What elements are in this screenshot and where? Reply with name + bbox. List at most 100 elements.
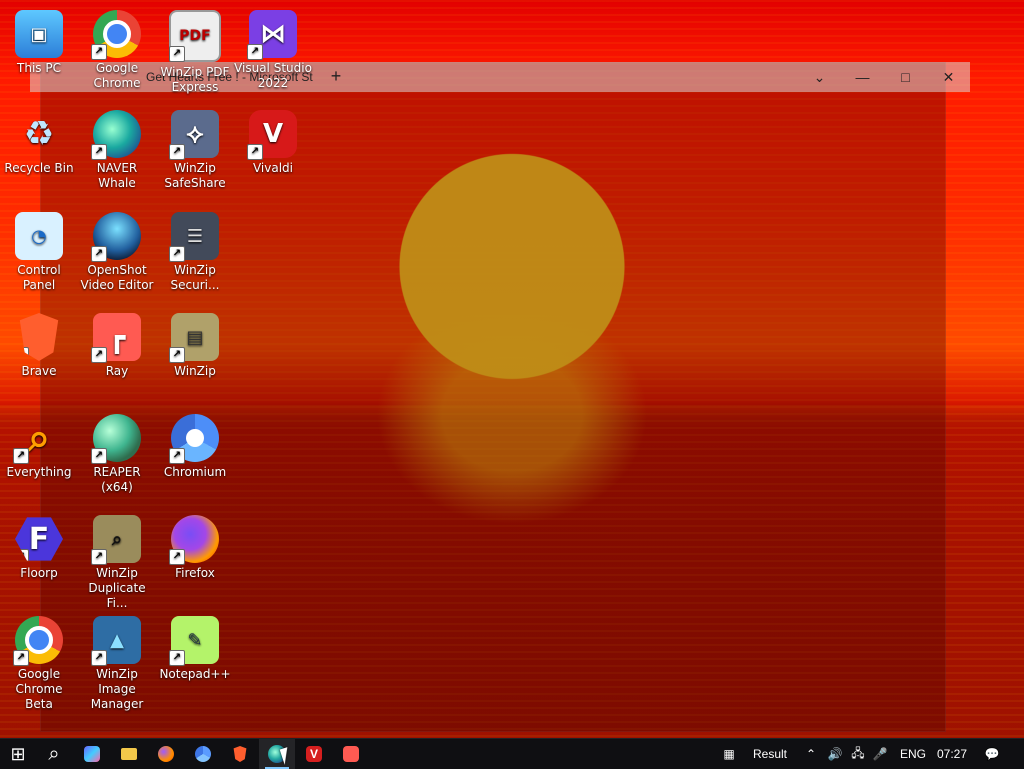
floorp-icon: F ↗ xyxy=(15,517,63,561)
microphone-button[interactable]: 🎤 xyxy=(872,739,888,769)
network-button[interactable]: 🖧 xyxy=(849,739,867,769)
taskbar-brave[interactable] xyxy=(222,739,258,769)
desktop-icon-label: Everything xyxy=(6,465,72,479)
desktop-icon-label: Brave xyxy=(21,364,57,378)
microphone-icon: 🎤 xyxy=(872,747,888,761)
folder-icon xyxy=(121,748,137,760)
maximize-button[interactable]: □ xyxy=(884,62,927,92)
taskbar: ⊞ ⌕ V ▦ Result ⌃ 🔊 🖧 🎤 ENG 07:27 💬 xyxy=(0,738,1024,769)
firefox-icon xyxy=(158,746,174,762)
taskbar-file-explorer[interactable] xyxy=(111,739,147,769)
desktop-icon-recycle-bin[interactable]: ♻ Recycle Bin xyxy=(0,110,78,176)
taskbar-ray[interactable] xyxy=(333,739,369,769)
taskbar-vivaldi[interactable]: V xyxy=(296,739,332,769)
desktop-icon-visual-studio[interactable]: ⋈ ↗ Visual Studio 2022 xyxy=(234,10,312,91)
clock-label: 07:27 xyxy=(936,747,968,761)
tray-news-icon[interactable]: ▦ xyxy=(718,739,740,769)
winzip-icon: ▤ ↗ xyxy=(169,313,219,363)
ray-icon: ┏ ↗ xyxy=(91,313,141,363)
share-icon: ⟡ ↗ xyxy=(169,110,219,160)
control-panel-icon: ◔ xyxy=(15,212,63,260)
desktop-icon-reaper[interactable]: ↗ REAPER (x64) xyxy=(78,414,156,495)
desktop-icon-label: Google Chrome Beta xyxy=(15,667,63,711)
desktop-icon-winzip-security[interactable]: ☰ ↗ WinZip Securi... xyxy=(156,212,234,293)
desktop-icon-winzip-pdf-express[interactable]: PDF ↗ WinZip PDF Express xyxy=(156,10,234,95)
chromium-icon xyxy=(195,746,211,762)
brave-icon xyxy=(233,746,247,762)
desktop-icon-label: Firefox xyxy=(175,566,215,580)
desktop-icon-chromium[interactable]: ↗ Chromium xyxy=(156,414,234,480)
notepad-plus-plus-icon: ✎ ↗ xyxy=(169,616,219,666)
notifications-button[interactable]: 💬 xyxy=(980,739,1004,769)
search-button[interactable]: ⌕ xyxy=(36,739,72,769)
desktop-icon-everything[interactable]: ⌕ ↗ Everything xyxy=(0,414,78,480)
minimize-button[interactable]: — xyxy=(841,62,884,92)
desktop-icon-winzip[interactable]: ▤ ↗ WinZip xyxy=(156,313,234,379)
chrome-icon: ↗ xyxy=(91,10,141,60)
tab-dropdown-button[interactable]: ⌄ xyxy=(798,62,841,92)
desktop-icon-label: WinZip Securi... xyxy=(170,263,220,292)
desktop-icon-firefox[interactable]: ↗ Firefox xyxy=(156,515,234,581)
desktop-icon-label: Vivaldi xyxy=(252,161,294,175)
desktop-icon-label: WinZip SafeShare xyxy=(164,161,226,190)
notification-icon: 💬 xyxy=(984,747,1000,761)
desktop-icon-label: WinZip PDF Express xyxy=(160,65,230,94)
newspaper-icon: ▦ xyxy=(723,747,735,761)
desktop-icon-notepad-plus-plus[interactable]: ✎ ↗ Notepad++ xyxy=(156,616,234,682)
desktop-icon-ray[interactable]: ┏ ↗ Ray xyxy=(78,313,156,379)
copilot-icon xyxy=(84,746,100,762)
window-controls: ⌄ — □ ✕ xyxy=(798,62,970,92)
visual-studio-icon: ⋈ ↗ xyxy=(247,10,297,60)
taskbar-firefox[interactable] xyxy=(148,739,184,769)
windows-icon: ⊞ xyxy=(10,743,26,764)
volume-button[interactable]: 🔊 xyxy=(826,739,844,769)
desktop-icon-label: Recycle Bin xyxy=(4,161,74,175)
chevron-up-icon: ⌃ xyxy=(805,747,817,761)
vivaldi-icon: V ↗ xyxy=(247,110,297,160)
desktop-icon-winzip-safeshare[interactable]: ⟡ ↗ WinZip SafeShare xyxy=(156,110,234,191)
volume-icon: 🔊 xyxy=(827,747,843,761)
taskbar-chromium[interactable] xyxy=(185,739,221,769)
desktop-icon-naver-whale[interactable]: ↗ NAVER Whale xyxy=(78,110,156,191)
desktop-icon-floorp[interactable]: F ↗ Floorp xyxy=(0,515,78,581)
whale-icon: ↗ xyxy=(91,110,141,160)
security-icon: ☰ ↗ xyxy=(169,212,219,262)
desktop-icon-vivaldi[interactable]: V ↗ Vivaldi xyxy=(234,110,312,176)
firefox-icon: ↗ xyxy=(169,515,219,565)
tray-result[interactable]: Result xyxy=(746,739,794,769)
desktop-icon-label: WinZip Image Manager xyxy=(90,667,144,711)
desktop-icon-google-chrome-beta[interactable]: ↗ Google Chrome Beta xyxy=(0,616,78,712)
desktop-icon-label: Floorp xyxy=(20,566,58,580)
desktop-icon-control-panel[interactable]: ◔ Control Panel xyxy=(0,212,78,293)
result-label: Result xyxy=(752,747,787,761)
start-button[interactable]: ⊞ xyxy=(0,739,36,769)
desktop-icon-google-chrome[interactable]: ↗ Google Chrome xyxy=(78,10,156,91)
desktop-icon-label: REAPER (x64) xyxy=(93,465,141,494)
brave-icon: ↗ xyxy=(19,313,59,361)
computer-icon: ▣ xyxy=(15,10,63,58)
taskbar-copilot[interactable] xyxy=(74,739,110,769)
vivaldi-icon: V xyxy=(306,746,322,762)
desktop-icon-winzip-image-manager[interactable]: ▲ ↗ WinZip Image Manager xyxy=(78,616,156,712)
network-icon: 🖧 xyxy=(851,745,865,760)
desktop-icon-winzip-duplicate-finder[interactable]: ⌕ ↗ WinZip Duplicate Fi... xyxy=(78,515,156,611)
clock-button[interactable]: 07:27 xyxy=(936,739,968,769)
tray-overflow-button[interactable]: ⌃ xyxy=(804,739,818,769)
reaper-icon: ↗ xyxy=(91,414,141,464)
desktop-icon-label: WinZip Duplicate Fi... xyxy=(88,566,146,610)
desktop-icon-this-pc[interactable]: ▣ This PC xyxy=(0,10,78,76)
desktop-icon-brave[interactable]: ↗ Brave xyxy=(0,313,78,379)
new-tab-button[interactable]: + xyxy=(328,67,344,85)
language-button[interactable]: ENG xyxy=(898,739,928,769)
close-button[interactable]: ✕ xyxy=(927,62,970,92)
desktop-icon-label: This PC xyxy=(17,61,61,75)
image-manager-icon: ▲ ↗ xyxy=(91,616,141,666)
desktop-icon-label: NAVER Whale xyxy=(96,161,138,190)
desktop-icon-openshot[interactable]: ↗ OpenShot Video Editor xyxy=(78,212,156,293)
ray-icon xyxy=(343,746,359,762)
openshot-icon: ↗ xyxy=(91,212,141,262)
desktop-icon-label: Chromium xyxy=(163,465,227,479)
desktop-icon-label: OpenShot Video Editor xyxy=(80,263,154,292)
duplicate-finder-icon: ⌕ ↗ xyxy=(91,515,141,565)
desktop-icon-label: WinZip xyxy=(174,364,216,378)
